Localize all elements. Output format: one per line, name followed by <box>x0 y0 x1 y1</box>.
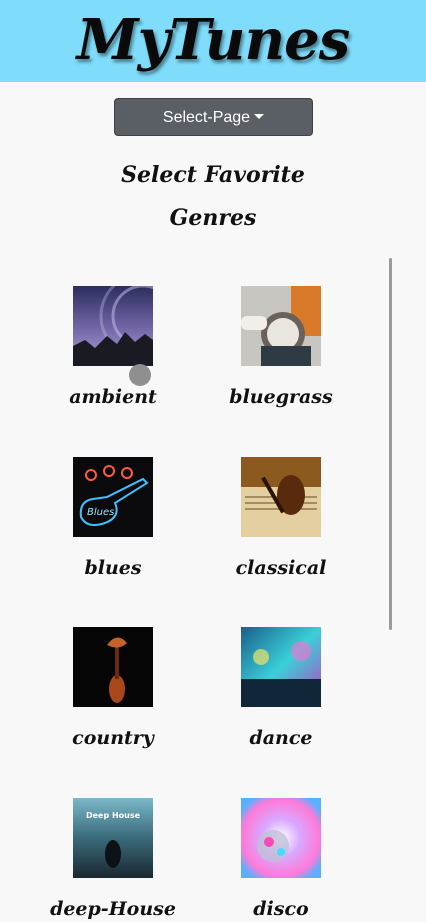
blues-thumbnail-icon[interactable]: Blues <box>73 457 153 537</box>
select-page-label: Select-Page <box>162 109 251 126</box>
genre-item-dance[interactable]: dance <box>191 627 371 749</box>
genre-label: country <box>72 727 154 749</box>
svg-text:Blues: Blues <box>87 507 114 518</box>
genre-label: blues <box>84 557 142 579</box>
genre-label: classical <box>235 557 327 579</box>
ambient-thumbnail-icon[interactable] <box>73 286 153 366</box>
genre-label: dance <box>249 727 313 749</box>
caret-down-icon <box>254 114 265 119</box>
genre-item-classical[interactable]: classical <box>191 457 371 579</box>
drag-handle-dot[interactable] <box>129 364 151 386</box>
classical-thumbnail-icon[interactable] <box>241 457 321 537</box>
deep-house-thumbnail-icon[interactable]: Deep House <box>73 798 153 878</box>
deep-house-image-text: Deep House <box>86 811 141 820</box>
section-title-line1: Select Favorite <box>121 162 305 188</box>
dance-thumbnail-icon[interactable] <box>241 627 321 707</box>
genre-item-ambient[interactable]: ambient <box>23 286 203 408</box>
genre-item-disco[interactable]: disco <box>191 798 371 920</box>
genre-item-country[interactable]: country <box>23 627 203 749</box>
genre-label: bluegrass <box>229 386 333 408</box>
genre-label: deep-House <box>50 898 176 920</box>
disco-thumbnail-icon[interactable] <box>241 798 321 878</box>
genre-item-blues[interactable]: Blues blues <box>23 457 203 579</box>
genre-item-deep-house[interactable]: Deep House deep-House <box>23 798 203 920</box>
genre-label: disco <box>253 898 309 920</box>
select-page-dropdown[interactable]: Select-Page <box>114 98 313 136</box>
genre-item-bluegrass[interactable]: bluegrass <box>191 286 371 408</box>
country-thumbnail-icon[interactable] <box>73 627 153 707</box>
app-title: MyTunes <box>76 7 351 73</box>
genre-label: ambient <box>69 386 157 408</box>
bluegrass-thumbnail-icon[interactable] <box>241 286 321 366</box>
scrollbar[interactable] <box>389 258 392 630</box>
header-bar: MyTunes <box>0 0 426 82</box>
section-title-line2: Genres <box>169 205 257 231</box>
